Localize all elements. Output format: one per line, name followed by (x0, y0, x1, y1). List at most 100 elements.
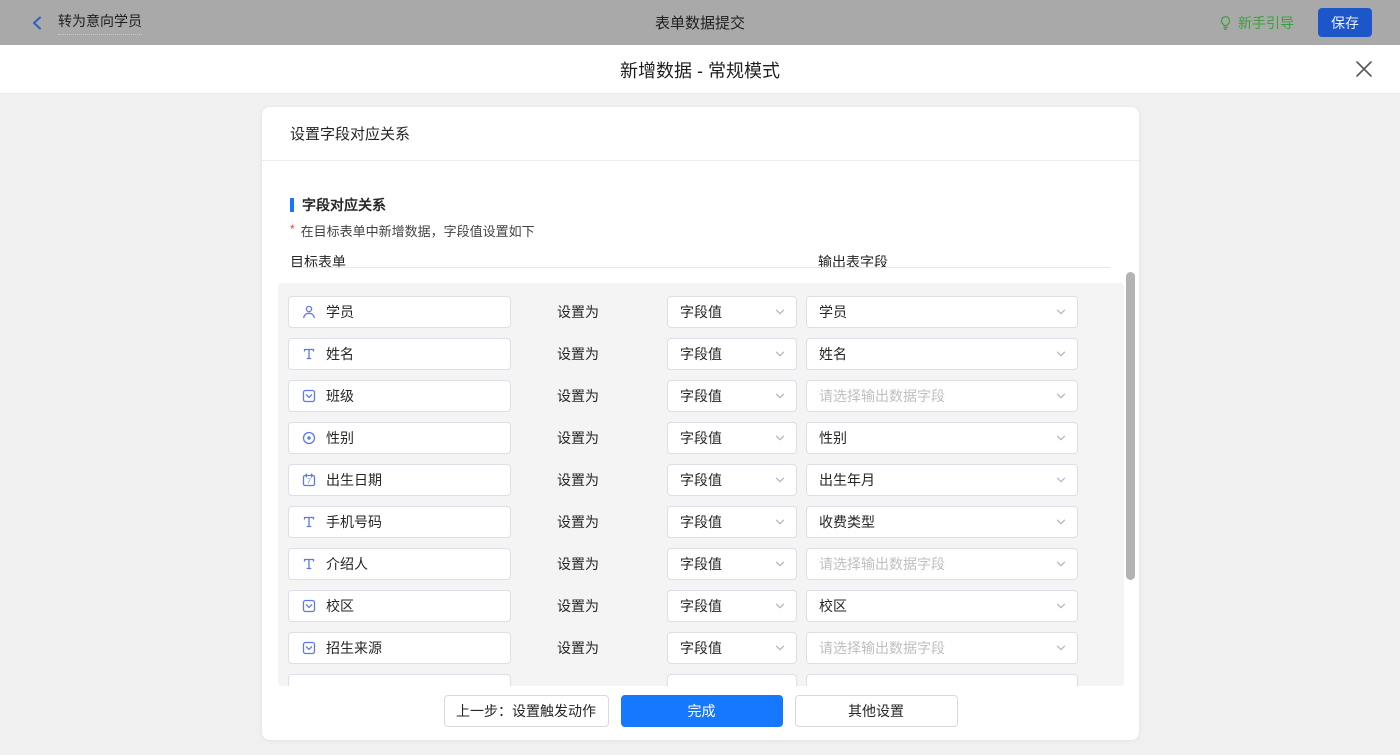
chevron-down-icon (1055, 390, 1067, 402)
chevron-down-icon (774, 390, 786, 402)
field-value-select[interactable]: 字段值 (667, 380, 797, 412)
field-label: 招生来源 (326, 640, 382, 656)
field-label: 班级 (326, 388, 354, 404)
rows-scroll-region: 学员 设置为 字段值 学员 姓名 设置为 字段值 姓名 班级 设置为 字段值 请… (278, 283, 1124, 686)
target-field-box[interactable]: 班级 (288, 380, 511, 412)
guide-label: 新手引导 (1238, 14, 1294, 31)
output-field-select[interactable]: 性别 (806, 422, 1078, 454)
mapping-row: 介绍人 设置为 字段值 请选择输出数据字段 (288, 548, 1124, 580)
text-icon (301, 346, 317, 362)
chevron-down-icon (774, 642, 786, 654)
set-as-label: 设置为 (557, 346, 599, 362)
field-value-select[interactable]: 字段值 (667, 422, 797, 454)
modal-header: 新增数据 - 常规模式 (0, 45, 1400, 94)
back-label: 转为意向学员 (58, 11, 142, 35)
field-value-select[interactable]: 字段值 (667, 632, 797, 664)
output-field-select[interactable]: 请选择输出数据字段 (806, 632, 1078, 664)
required-asterisk: * (290, 222, 295, 236)
section-title-text: 字段对应关系 (302, 197, 386, 213)
select-icon (301, 640, 317, 656)
mapping-row: 招生来源 设置为 字段值 请选择输出数据字段 (288, 632, 1124, 664)
footer-actions: 上一步：设置触发动作 完成 其他设置 (262, 695, 1139, 740)
target-field-box[interactable]: 介绍人 (288, 548, 511, 580)
column-header-output-field: 输出表字段 (818, 254, 888, 270)
field-label: 校区 (326, 598, 354, 614)
field-label: 介绍人 (326, 556, 368, 572)
field-label: 手机号码 (326, 514, 382, 530)
scrollbar-track[interactable] (1124, 270, 1138, 686)
output-field-select[interactable]: 请选择输出数据字段 (806, 380, 1078, 412)
field-value-select[interactable]: 字段值 (667, 590, 797, 622)
page-title: 表单数据提交 (654, 15, 745, 32)
note-text: 在目标表单中新增数据，字段值设置如下 (300, 224, 535, 239)
previous-step-button[interactable]: 上一步：设置触发动作 (443, 695, 609, 727)
target-field-box[interactable]: 招生来源 (288, 632, 511, 664)
output-field-select[interactable]: 出生年月 (806, 464, 1078, 496)
text-icon (301, 514, 317, 530)
card-header-title: 设置字段对应关系 (262, 107, 1139, 161)
mapping-row: 7 出生日期 设置为 字段值 出生年月 (288, 464, 1124, 496)
select-icon (301, 598, 317, 614)
other-settings-button[interactable]: 其他设置 (794, 695, 958, 727)
chevron-down-icon (774, 474, 786, 486)
chevron-down-icon (774, 684, 786, 686)
mapping-row: 手机号码 设置为 字段值 收费类型 (288, 506, 1124, 538)
done-button[interactable]: 完成 (620, 695, 783, 727)
target-field-box[interactable]: 校区 (288, 590, 511, 622)
chevron-down-icon (774, 348, 786, 360)
select-icon (301, 388, 317, 404)
output-field-select[interactable]: 学员 (806, 296, 1078, 328)
mapping-row: 性别 设置为 字段值 性别 (288, 422, 1124, 454)
target-field-box[interactable] (288, 674, 511, 686)
mapping-row: 班级 设置为 字段值 请选择输出数据字段 (288, 380, 1124, 412)
chevron-down-icon (774, 432, 786, 444)
chevron-down-icon (774, 600, 786, 612)
scrollbar-thumb[interactable] (1126, 272, 1135, 580)
field-value-select[interactable]: 字段值 (667, 464, 797, 496)
chevron-down-icon (1055, 516, 1067, 528)
back-button[interactable]: 转为意向学员 (30, 11, 142, 35)
section-title: 字段对应关系 (290, 195, 386, 215)
field-value-select[interactable]: 字段值 (667, 338, 797, 370)
column-divider (290, 267, 1110, 268)
field-value-select[interactable]: 字段值 (667, 548, 797, 580)
calendar-icon: 7 (301, 472, 317, 488)
beginner-guide-button[interactable]: 新手引导 (1218, 13, 1294, 33)
output-field-select[interactable]: 校区 (806, 590, 1078, 622)
svg-text:7: 7 (307, 479, 311, 486)
chevron-down-icon (1055, 642, 1067, 654)
modal-title: 新增数据 - 常规模式 (620, 60, 780, 81)
target-field-box[interactable]: 学员 (288, 296, 511, 328)
mapping-row: 姓名 设置为 字段值 姓名 (288, 338, 1124, 370)
target-field-box[interactable]: 7 出生日期 (288, 464, 511, 496)
set-as-label: 设置为 (557, 304, 599, 320)
save-button[interactable]: 保存 (1318, 8, 1372, 37)
set-as-label: 设置为 (557, 514, 599, 530)
set-as-label: 设置为 (557, 640, 599, 656)
chevron-down-icon (774, 516, 786, 528)
field-value-select[interactable] (667, 674, 797, 686)
close-icon[interactable] (1352, 57, 1376, 81)
field-value-select[interactable]: 字段值 (667, 296, 797, 328)
section-accent-bar (290, 198, 294, 212)
output-field-select[interactable]: 请选择输出数据字段 (806, 548, 1078, 580)
back-chevron-icon (30, 15, 44, 31)
column-header-target-form: 目标表单 (290, 254, 346, 270)
field-mapping-card: 设置字段对应关系 字段对应关系 * 在目标表单中新增数据，字段值设置如下 目标表… (262, 107, 1139, 740)
field-label: 姓名 (326, 346, 354, 362)
field-label: 性别 (326, 430, 354, 446)
field-value-select[interactable]: 字段值 (667, 506, 797, 538)
chevron-down-icon (774, 306, 786, 318)
target-field-box[interactable]: 姓名 (288, 338, 511, 370)
field-label: 出生日期 (326, 472, 382, 488)
mapping-row: 学员 设置为 字段值 学员 (288, 296, 1124, 328)
mapping-row: 校区 设置为 字段值 校区 (288, 590, 1124, 622)
mapping-note: * 在目标表单中新增数据，字段值设置如下 (290, 221, 535, 240)
topbar: 转为意向学员 表单数据提交 新手引导 保存 (0, 0, 1400, 45)
output-field-select[interactable]: 姓名 (806, 338, 1078, 370)
chevron-down-icon (1055, 306, 1067, 318)
target-field-box[interactable]: 手机号码 (288, 506, 511, 538)
output-field-select[interactable] (806, 674, 1078, 686)
target-field-box[interactable]: 性别 (288, 422, 511, 454)
output-field-select[interactable]: 收费类型 (806, 506, 1078, 538)
